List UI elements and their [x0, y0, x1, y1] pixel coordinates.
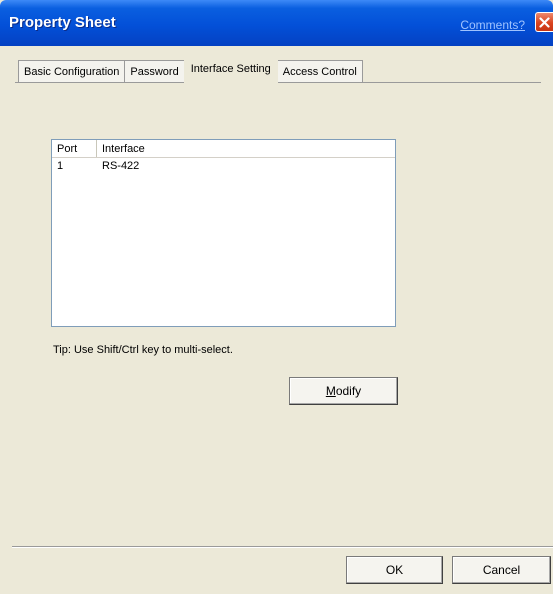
- comments-link[interactable]: Comments?: [460, 18, 525, 32]
- tab-interface-setting[interactable]: Interface Setting: [183, 57, 278, 83]
- column-header-interface[interactable]: Interface: [97, 140, 395, 157]
- modify-button[interactable]: Modify: [289, 377, 398, 405]
- tip-text: Tip: Use Shift/Ctrl key to multi-select.: [53, 344, 233, 356]
- tab-password[interactable]: Password: [124, 60, 185, 82]
- list-item-interface: RS-422: [102, 160, 140, 172]
- list-item[interactable]: 1 RS-422: [52, 158, 395, 174]
- window-title: Property Sheet: [9, 14, 116, 31]
- tab-access-control[interactable]: Access Control: [276, 60, 363, 82]
- property-sheet-window: Property Sheet Comments? Basic Configura…: [0, 0, 553, 594]
- list-header: Port Interface: [52, 140, 395, 158]
- list-item-port: 1: [57, 160, 64, 172]
- cancel-button[interactable]: Cancel: [452, 556, 551, 584]
- title-bar[interactable]: Property Sheet Comments?: [0, 0, 553, 46]
- column-header-port[interactable]: Port: [52, 140, 97, 157]
- button-separator: [12, 546, 553, 548]
- tab-basic-configuration[interactable]: Basic Configuration: [18, 60, 126, 82]
- interface-list[interactable]: Port Interface 1 RS-422: [51, 139, 396, 327]
- close-button[interactable]: [535, 12, 553, 32]
- modify-mnemonic: M: [325, 384, 336, 398]
- ok-button[interactable]: OK: [346, 556, 443, 584]
- modify-label: odify: [335, 384, 362, 398]
- tab-strip: Basic Configuration Password Interface S…: [18, 57, 363, 83]
- close-icon: [539, 16, 550, 28]
